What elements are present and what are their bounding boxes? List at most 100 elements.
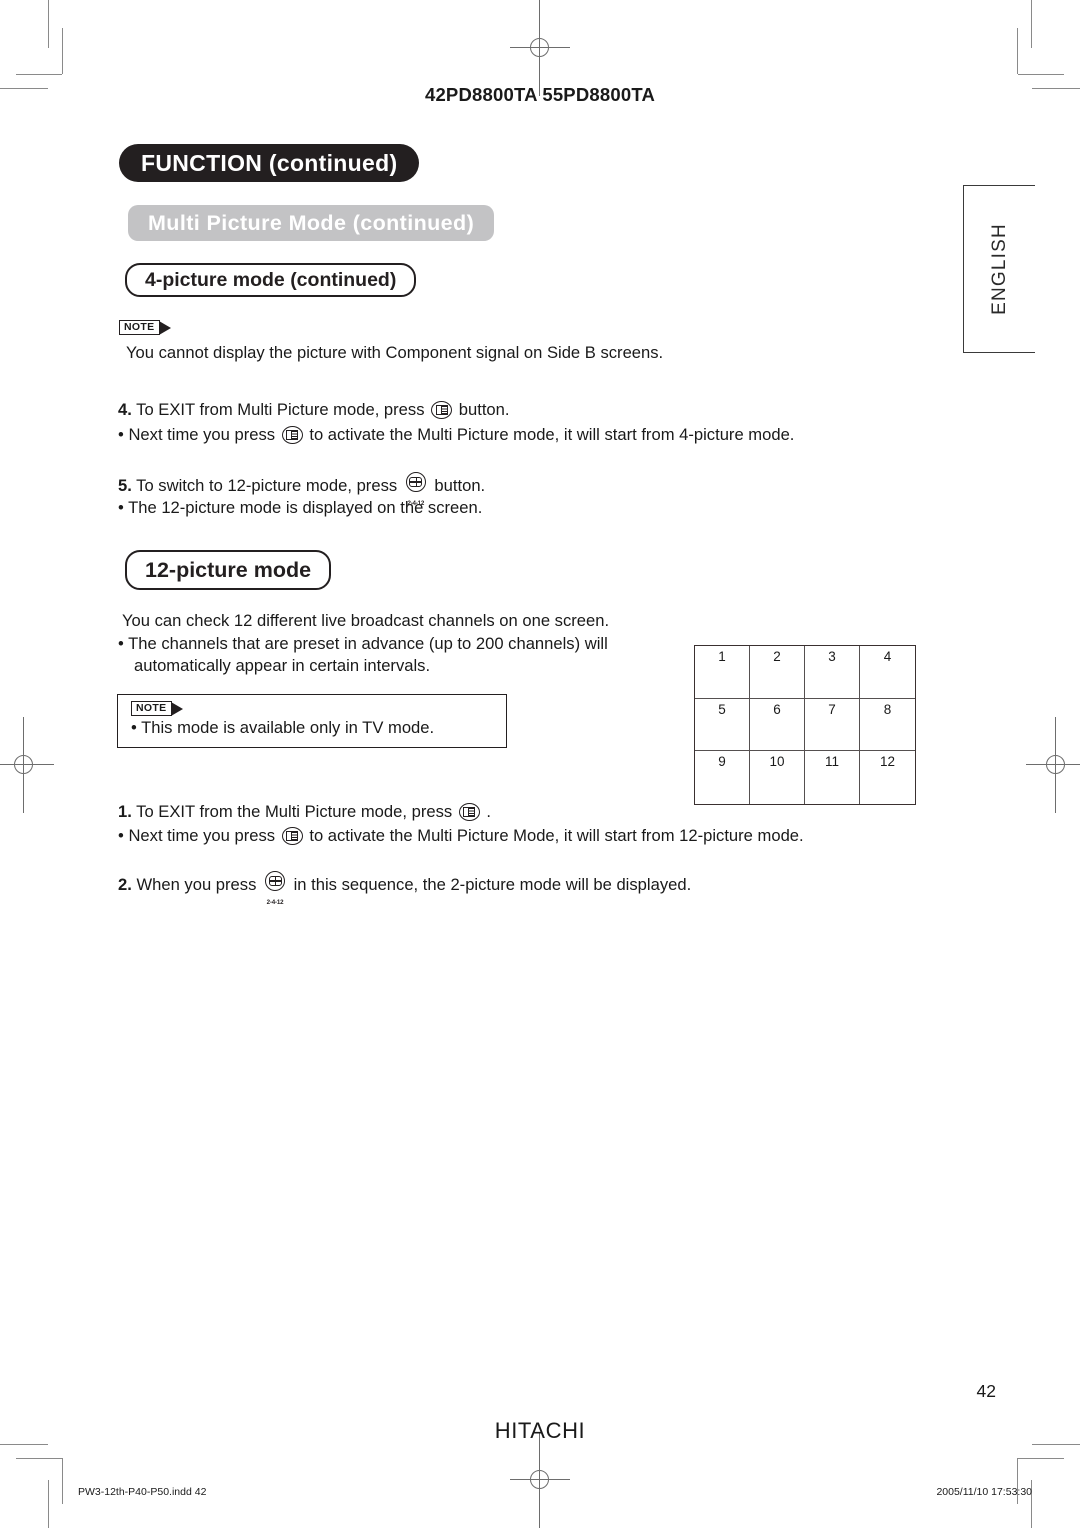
grid-cell: 1 [695, 646, 750, 699]
multi-picture-button-icon [431, 401, 453, 419]
multi-picture-button-icon [458, 803, 480, 821]
step-1-bullet-pre-text: Next time you press [128, 826, 276, 845]
grid-cell: 10 [750, 751, 805, 804]
registration-hline [1026, 764, 1080, 765]
multi-picture-button-icon [281, 426, 303, 444]
icon-split-screen [286, 831, 299, 841]
step-5-bullet-line: • The 12-picture mode is displayed on th… [118, 495, 482, 520]
step-1-bullet-post-text: to activate the Multi Picture Mode, it w… [309, 826, 804, 845]
crop-mark-top-left-v2 [62, 28, 63, 74]
grid-cell: 12 [879, 754, 896, 770]
grid-cell: 7 [805, 698, 860, 752]
registration-mark-bottom-center [510, 1432, 570, 1528]
step-1-bullet-marker: • [118, 826, 124, 845]
step-1-pre-text: To EXIT from the Multi Picture mode, pre… [136, 802, 453, 821]
crop-mark-bottom-left-v [48, 1480, 49, 1528]
model-number-line: 42PD8800TA 55PD8800TA [424, 84, 656, 105]
source-file-stamp: PW3-12th-P40-P50.indd 42 [78, 1486, 207, 1498]
crop-mark-top-right-v [1031, 0, 1032, 48]
language-tab: ENGLISH [963, 185, 1035, 353]
note-badge-box-wrap: NOTE [131, 701, 184, 716]
step-5-bullet-marker: • [118, 498, 124, 517]
grid-cell: 6 [750, 698, 805, 752]
step-1-bullet-line: • Next time you press to activate the Mu… [118, 823, 804, 848]
body-12pic-line1: You can check 12 different live broadcas… [122, 611, 610, 630]
icon-multi-grid [268, 876, 282, 886]
note-top-text: You cannot display the picture with Comp… [126, 343, 664, 362]
chapter-banner-label: FUNCTION (continued) [141, 149, 398, 176]
step-4-bullet-pre-text: Next time you press [128, 425, 276, 444]
note-box-text: • This mode is available only in TV mode… [131, 718, 435, 737]
icon-caption-2-4-12: 2-4-12 [266, 899, 284, 906]
section-banner-label: Multi Picture Mode (continued) [148, 210, 475, 235]
note-badge-box: NOTE [131, 701, 173, 716]
subsection-pill-label-12pic: 12-picture mode [145, 557, 312, 582]
icon-split-screen [435, 405, 448, 415]
crop-mark-bottom-left-h [0, 1444, 48, 1445]
registration-mark-top-center [510, 0, 570, 96]
icon-split-screen [463, 807, 476, 817]
two-four-twelve-button-icon: 2-4-12 [263, 871, 287, 906]
note-badge-box: NOTE [119, 320, 161, 335]
language-tab-label: ENGLISH [988, 223, 1010, 315]
note-badge-top: NOTE [119, 320, 172, 335]
grid-cell: 11 [805, 751, 860, 804]
body-12pic-line3: automatically appear in certain interval… [134, 656, 431, 675]
registration-vline [539, 0, 540, 96]
note-arrow-icon [159, 320, 172, 335]
note-box-tv-mode: NOTE • This mode is available only in TV… [117, 694, 507, 748]
page-number: 42 [976, 1381, 996, 1401]
registration-vline [23, 717, 24, 813]
grid-cell: 3 [805, 646, 860, 699]
step-2-number: 2. [118, 875, 132, 894]
step-4-bullet-post-text: to activate the Multi Picture mode, it w… [309, 425, 795, 444]
grid-cell: 2 [750, 646, 805, 699]
icon-split-screen [286, 430, 299, 440]
chapter-banner-function: FUNCTION (continued) [119, 144, 420, 182]
step-5-bullet-text: The 12-picture mode is displayed on the … [128, 498, 483, 517]
registration-hline [0, 764, 54, 765]
step-4-post-text: button. [458, 400, 510, 419]
registration-mark-right-center [1026, 717, 1080, 813]
registration-hline [510, 1479, 570, 1480]
crop-mark-bottom-left-h2 [16, 1458, 62, 1459]
step-2-post-text: in this sequence, the 2-picture mode wil… [293, 875, 692, 894]
crop-mark-top-right-v2 [1017, 28, 1018, 74]
crop-mark-top-left-h2 [16, 74, 62, 75]
step-5-pre-text: To switch to 12-picture mode, press [136, 476, 398, 495]
step-4-number: 4. [118, 400, 132, 419]
registration-mark-left-center [0, 717, 54, 813]
step-4-bullet-marker: • [118, 425, 124, 444]
grid-cell: 4 [860, 646, 915, 699]
step-2-pre-text: When you press [136, 875, 257, 894]
crop-mark-bottom-left-v2 [62, 1458, 63, 1504]
step-5-number: 5. [118, 476, 132, 495]
section-banner-multi-picture-mode: Multi Picture Mode (continued) [128, 205, 495, 241]
note-arrow-icon [171, 701, 184, 716]
grid-cell: 9 [695, 751, 750, 804]
twelve-picture-grid-diagram: 1 2 3 4 5 6 7 8 9 10 11 12 [694, 645, 916, 805]
step-4-line: 4. To EXIT from Multi Picture mode, pres… [118, 397, 510, 422]
icon-multi-grid [409, 477, 423, 487]
step-4-pre-text: To EXIT from Multi Picture mode, press [136, 400, 425, 419]
subsection-pill-4-picture-mode: 4-picture mode (continued) [125, 263, 417, 297]
brand-logo-text: HITACHI [494, 1418, 586, 1443]
registration-vline [539, 1432, 540, 1528]
step-5-post-text: button. [434, 476, 486, 495]
crop-mark-bottom-right-h2 [1018, 1458, 1064, 1459]
step-1-number: 1. [118, 802, 132, 821]
step-2-line: 2. When you press 2-4-12 in this sequenc… [118, 871, 692, 906]
grid-cell: 8 [860, 699, 915, 752]
step-1-line: 1. To EXIT from the Multi Picture mode, … [118, 799, 491, 824]
subsection-pill-12-picture-mode: 12-picture mode [125, 550, 332, 590]
print-date-stamp: 2005/11/10 17:53:30 [936, 1486, 1032, 1498]
crop-mark-top-right-h2 [1018, 74, 1064, 75]
registration-hline [510, 47, 570, 48]
step-1-post-text: . [486, 802, 492, 821]
subsection-pill-label-4pic: 4-picture mode (continued) [145, 268, 397, 291]
multi-picture-button-icon [281, 827, 303, 845]
registration-vline [1055, 717, 1056, 813]
step-4-bullet-line: • Next time you press to activate the Mu… [118, 422, 794, 447]
crop-mark-top-left-v [48, 0, 49, 48]
crop-mark-bottom-right-h [1032, 1444, 1080, 1445]
